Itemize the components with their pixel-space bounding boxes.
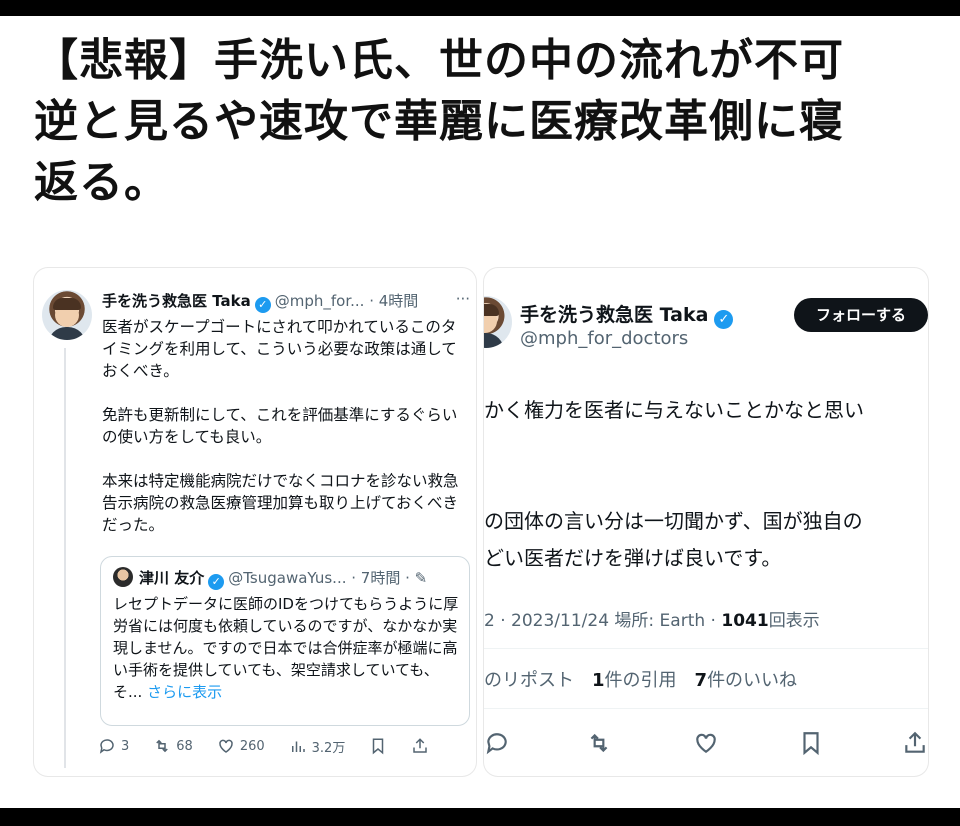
bookmark-button[interactable] bbox=[798, 730, 824, 760]
post-body: 医者がスケープゴートにされて叩かれているこのタイミングを利用して、こういう必要な… bbox=[102, 316, 470, 558]
author-avatar[interactable] bbox=[42, 290, 92, 340]
avatar-hair bbox=[484, 304, 499, 316]
quote-author-avatar bbox=[113, 567, 133, 587]
quote-author-name: 津川 友介 bbox=[139, 569, 205, 587]
heart-icon bbox=[696, 733, 716, 753]
post-stats: のリポスト 1件の引用 7件のいいね bbox=[484, 666, 797, 692]
reply-button[interactable] bbox=[484, 730, 510, 760]
more-options-icon[interactable]: ··· bbox=[456, 290, 470, 308]
quotes-count[interactable]: 1 bbox=[592, 670, 605, 691]
post-paragraph-3: 本来は特定機能病院だけでなくコロナを診ない救急告示病院の救急医療管理加算も取り上… bbox=[102, 472, 459, 534]
reply-count: 3 bbox=[121, 738, 130, 754]
post-meta: 2 · 2023/11/24 場所: Earth · 1041回表示 bbox=[484, 606, 820, 631]
avatar-body bbox=[484, 333, 504, 348]
post-time[interactable]: 4時間 bbox=[379, 292, 419, 310]
post-date-location[interactable]: 2 · 2023/11/24 場所: Earth · bbox=[484, 611, 721, 631]
post-text-line-3: どい医者だけを弾けば良いです。 bbox=[484, 546, 782, 570]
quote-post-time: 7時間 bbox=[360, 569, 401, 587]
headline-line-2: 逆と見るや速攻で華麗に医療改革側に寝 bbox=[34, 96, 844, 147]
post-paragraph-1: 医者がスケープゴートにされて叩かれているこのタイミングを利用して、こういう必要な… bbox=[102, 318, 457, 380]
bookmark-button[interactable] bbox=[369, 737, 387, 755]
like-button[interactable] bbox=[693, 730, 719, 760]
verified-badge-icon: ✓ bbox=[254, 297, 271, 313]
author-name-row: 手を洗う救急医 Taka ✓ bbox=[520, 300, 737, 329]
author-handle[interactable]: @mph_for_doctors bbox=[520, 328, 688, 349]
avatar-body bbox=[48, 327, 86, 340]
follow-button[interactable]: フォローする bbox=[794, 298, 928, 332]
likes-label[interactable]: 件のいいね bbox=[707, 670, 797, 691]
reply-button[interactable]: 3 bbox=[98, 737, 129, 755]
repost-icon bbox=[590, 733, 608, 753]
post-text-line-2: の団体の言い分は一切聞かず、国が独自の bbox=[484, 509, 863, 533]
post-header: 手を洗う救急医 Taka ✓ @mph_for... · 4時間 bbox=[102, 290, 472, 313]
author-name[interactable]: 手を洗う救急医 Taka bbox=[520, 304, 708, 326]
repost-button[interactable] bbox=[586, 730, 612, 760]
repost-icon bbox=[156, 739, 169, 753]
bookmark-icon bbox=[373, 738, 384, 755]
view-suffix: 回表示 bbox=[768, 611, 820, 631]
bookmark-icon bbox=[803, 732, 819, 756]
quotes-label[interactable]: 件の引用 bbox=[605, 670, 677, 691]
share-icon bbox=[905, 731, 925, 753]
quote-author-handle: @TsugawaYus... bbox=[228, 569, 347, 587]
dot-separator: · bbox=[364, 292, 379, 310]
stat-gap bbox=[574, 670, 592, 691]
author-name[interactable]: 手を洗う救急医 Taka bbox=[102, 292, 251, 310]
verified-badge-icon: ✓ bbox=[208, 574, 225, 590]
likes-count[interactable]: 7 bbox=[695, 670, 708, 691]
quoted-post[interactable]: 津川 友介 ✓ @TsugawaYus... · 7時間 · ✎ レセプトデータに医… bbox=[100, 556, 470, 726]
show-more-link[interactable]: さらに表示 bbox=[147, 683, 222, 701]
reposts-stat[interactable]: のリポスト bbox=[484, 670, 574, 691]
top-black-bar bbox=[0, 0, 960, 16]
quote-text: レセプトデータに医師のIDをつけてもらうように厚労省には何度も依頼しているのです… bbox=[113, 593, 459, 703]
left-post-card[interactable]: 手を洗う救急医 Taka ✓ @mph_for... · 4時間 ··· 医者がスケ… bbox=[34, 268, 476, 776]
repost-button[interactable]: 68 bbox=[153, 737, 193, 755]
author-avatar[interactable] bbox=[484, 296, 512, 348]
stat-gap bbox=[677, 670, 695, 691]
dot-separator: · bbox=[346, 569, 361, 587]
view-count: 3.2万 bbox=[311, 740, 346, 756]
post-text-line-1: かく権力を医者に与えないことかなと思い bbox=[484, 398, 864, 422]
reply-icon bbox=[99, 739, 114, 754]
post-action-bar bbox=[484, 722, 928, 762]
edit-icon: · ✎ bbox=[400, 569, 428, 587]
like-count: 260 bbox=[239, 738, 265, 754]
like-button[interactable]: 260 bbox=[217, 737, 265, 755]
headline-line-3: 返る。 bbox=[34, 157, 169, 208]
verified-badge-icon: ✓ bbox=[714, 310, 734, 329]
view-count: 1041 bbox=[721, 611, 769, 631]
divider bbox=[484, 648, 928, 649]
quote-header: 津川 友介 ✓ @TsugawaYus... · 7時間 · ✎ bbox=[139, 567, 464, 590]
bottom-black-bar bbox=[0, 808, 960, 826]
headline-line-1: 【悲報】手洗い氏、世の中の流れが不可 bbox=[34, 35, 844, 86]
post-paragraph-2: 免許も更新制にして、これを評価基準にするぐらいの使い方をしても良い。 bbox=[102, 406, 458, 446]
thread-line bbox=[64, 348, 66, 768]
share-button[interactable] bbox=[902, 730, 928, 760]
author-handle[interactable]: @mph_for... bbox=[275, 292, 365, 310]
headline: 【悲報】手洗い氏、世の中の流れが不可 逆と見るや速攻で華麗に医療改革側に寝 返る… bbox=[34, 30, 934, 213]
views-icon bbox=[291, 741, 305, 752]
repost-count: 68 bbox=[176, 738, 193, 754]
share-button[interactable] bbox=[411, 737, 429, 755]
views-button[interactable]: 3.2万 bbox=[289, 737, 346, 756]
post-action-bar: 3 68 260 3.2万 bbox=[98, 730, 474, 762]
right-post-card[interactable]: 手を洗う救急医 Taka ✓ @mph_for_doctors フォローする かく… bbox=[484, 268, 928, 776]
share-icon bbox=[413, 738, 428, 753]
reply-icon bbox=[486, 733, 507, 755]
heart-icon bbox=[219, 739, 233, 753]
divider bbox=[484, 708, 928, 709]
avatar-hair bbox=[53, 298, 81, 310]
